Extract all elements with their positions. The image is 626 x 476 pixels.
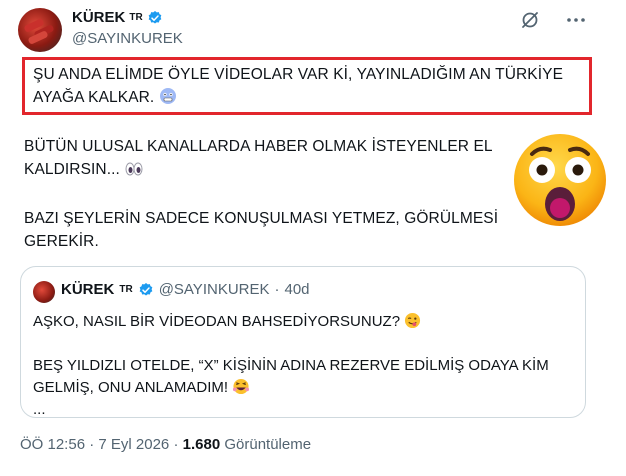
shocked-face-emoji-icon (514, 134, 606, 226)
country-badge: TR (129, 12, 143, 23)
views-label: Görüntüleme (224, 436, 312, 453)
post-top-actions (520, 10, 586, 30)
eyes-emoji-icon (125, 162, 143, 176)
author-handle[interactable]: @SAYINKUREK (72, 30, 183, 47)
author-avatar[interactable] (18, 8, 62, 52)
quoted-country-badge: TR (119, 284, 133, 295)
quoted-separator: · (274, 281, 280, 298)
post-paragraph-2: BÜTÜN ULUSAL KANALLARDA HABER OLMAK İSTE… (24, 135, 524, 181)
verified-badge-icon (148, 10, 162, 24)
more-icon[interactable] (566, 10, 586, 30)
post-paragraph-1: ŞU ANDA ELİMDE ÖYLE VİDEOLAR VAR Kİ, YAY… (33, 63, 583, 109)
post-time[interactable]: ÖÖ 12:56 (20, 436, 85, 453)
winking-tongue-emoji-icon (405, 312, 421, 329)
quoted-post-header: KÜREK TR @SAYINKUREK · 40d (61, 281, 310, 298)
quoted-ellipsis: ... (33, 401, 46, 418)
author-name-row[interactable]: KÜREK TR (72, 9, 163, 26)
quoted-post-text: AŞKO, NASIL BİR VİDEODAN BAHSEDİYORSUNUZ… (33, 311, 573, 421)
quoted-line-2: BEŞ YILDIZLI OTELDE, “X” KİŞİNİN ADINA R… (33, 355, 573, 399)
quoted-line-1-text: AŞKO, NASIL BİR VİDEODAN BAHSEDİYORSUNUZ… (33, 313, 401, 330)
laughing-emoji-icon (233, 378, 250, 395)
post-date[interactable]: 7 Eyl 2026 (98, 436, 169, 453)
quoted-author-avatar[interactable] (33, 281, 55, 303)
quoted-author-name[interactable]: KÜREK (61, 281, 114, 298)
quoted-post-card[interactable]: KÜREK TR @SAYINKUREK · 40d AŞKO, NASIL B… (20, 266, 586, 418)
footer-separator-2: · (173, 436, 179, 453)
quoted-line-1: AŞKO, NASIL BİR VİDEODAN BAHSEDİYORSUNUZ… (33, 311, 573, 333)
cold-face-emoji-icon (159, 88, 176, 104)
quoted-author-handle[interactable]: @SAYINKUREK (159, 281, 270, 298)
footer-separator: · (89, 436, 95, 453)
grok-slash-icon[interactable] (520, 10, 540, 30)
post-paragraph-1-text: ŞU ANDA ELİMDE ÖYLE VİDEOLAR VAR Kİ, YAY… (33, 66, 564, 106)
quoted-line-2-text: BEŞ YILDIZLI OTELDE, “X” KİŞİNİN ADINA R… (33, 357, 549, 396)
quoted-post-age[interactable]: 40d (285, 281, 310, 298)
post-paragraph-3: BAZI ŞEYLERİN SADECE KONUŞULMASI YETMEZ,… (24, 210, 499, 250)
post-paragraph-2-text: BÜTÜN ULUSAL KANALLARDA HABER OLMAK İSTE… (24, 138, 493, 178)
post-footer-meta: ÖÖ 12:56 · 7 Eyl 2026 · 1.680 Görüntülem… (20, 436, 311, 453)
quoted-verified-badge-icon (139, 282, 153, 296)
author-name[interactable]: KÜREK (72, 9, 125, 26)
views-count: 1.680 (182, 436, 221, 453)
